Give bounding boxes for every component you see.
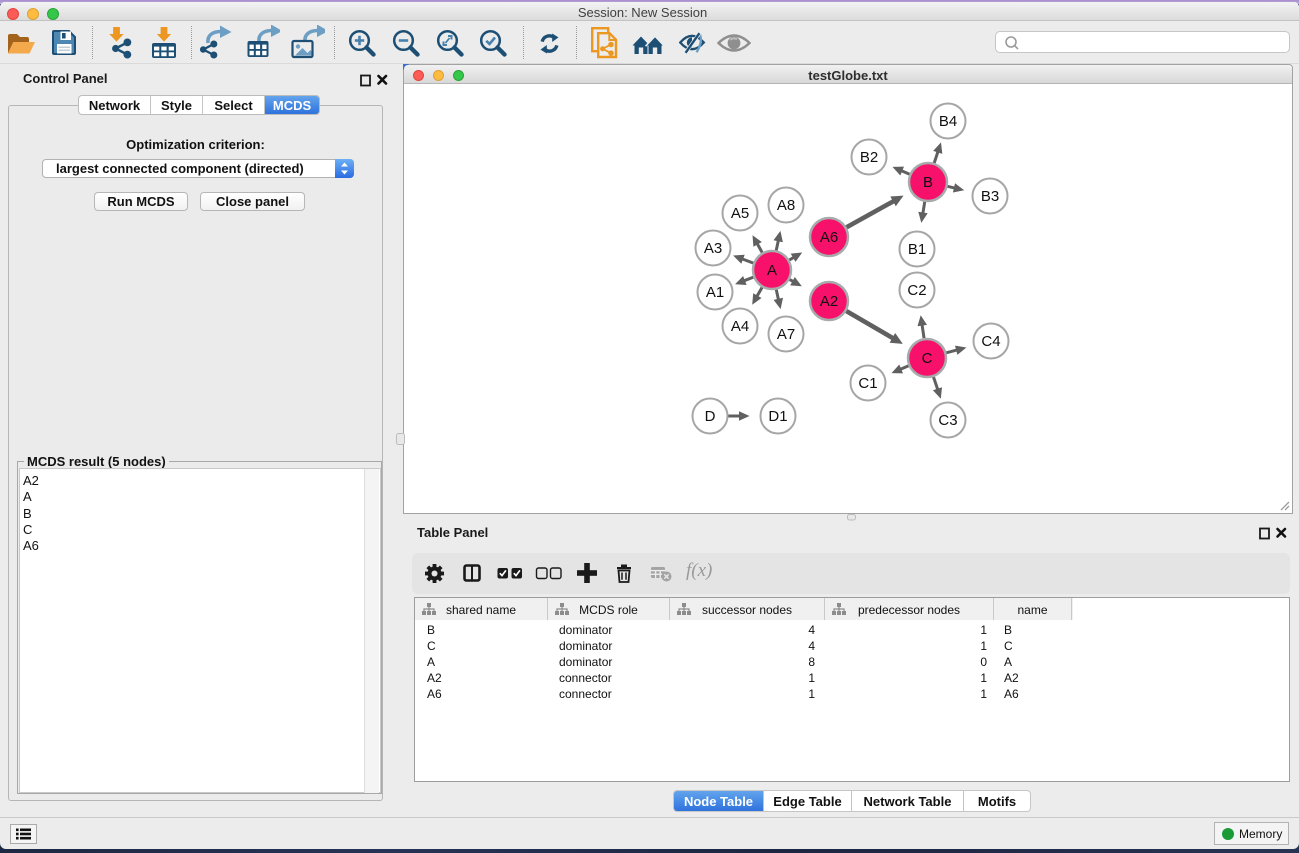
svg-text:C1: C1	[858, 375, 877, 392]
svg-text:D1: D1	[768, 408, 787, 425]
svg-text:B: B	[923, 174, 933, 191]
svg-text:B1: B1	[908, 241, 926, 258]
svg-text:B3: B3	[981, 188, 999, 205]
svg-text:A1: A1	[706, 284, 724, 301]
svg-text:A5: A5	[731, 205, 749, 222]
svg-text:C4: C4	[981, 333, 1000, 350]
svg-text:A7: A7	[777, 326, 795, 343]
svg-text:A2: A2	[820, 293, 838, 310]
svg-text:C3: C3	[938, 412, 957, 429]
svg-text:D: D	[705, 408, 716, 425]
svg-text:A: A	[767, 262, 777, 279]
svg-text:B4: B4	[939, 113, 957, 130]
svg-text:C: C	[922, 350, 933, 367]
svg-text:A6: A6	[820, 229, 838, 246]
svg-text:A3: A3	[704, 240, 722, 257]
svg-text:A4: A4	[731, 318, 749, 335]
svg-text:B2: B2	[860, 149, 878, 166]
svg-text:A8: A8	[777, 197, 795, 214]
svg-text:C2: C2	[907, 282, 926, 299]
